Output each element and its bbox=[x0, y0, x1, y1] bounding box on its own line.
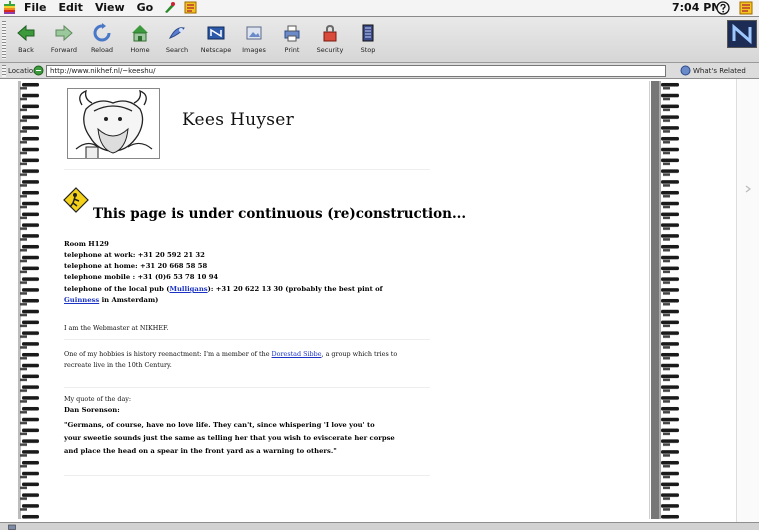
quote-line: and place the head on a spear in the fro… bbox=[64, 447, 337, 455]
security-icon bbox=[323, 24, 337, 42]
right-frame-edge bbox=[736, 79, 759, 522]
menubar-clock: 7:04 PM bbox=[672, 1, 723, 14]
netscape-button[interactable]: Netscape bbox=[196, 20, 236, 60]
horizontal-rule bbox=[64, 475, 430, 476]
forward-arrow-icon bbox=[55, 24, 73, 42]
horizontal-rule bbox=[64, 387, 430, 388]
construction-heading: This page is under continuous (re)constr… bbox=[93, 206, 467, 222]
room-text: Room H129 bbox=[64, 240, 109, 248]
stop-button[interactable]: Stop bbox=[348, 20, 388, 60]
page-title: Kees Huyser bbox=[182, 110, 295, 130]
menu-file[interactable]: File bbox=[22, 1, 49, 14]
menu-bar: File Edit View Go 7:04 PM bbox=[0, 0, 759, 17]
back-arrow-icon bbox=[17, 24, 35, 42]
mulligans-link[interactable]: Mulligans bbox=[169, 285, 207, 293]
location-bar-grip[interactable] bbox=[2, 65, 6, 77]
quote-line: "Germans, of course, have no love life. … bbox=[64, 421, 375, 429]
application-menu-icon[interactable] bbox=[739, 1, 753, 15]
bookmarks-menu-icon[interactable] bbox=[184, 1, 197, 14]
hobby-text: One of my hobbies is history reenactment… bbox=[64, 350, 398, 358]
print-button[interactable]: Print bbox=[272, 20, 312, 60]
menu-edit[interactable]: Edit bbox=[57, 1, 85, 14]
whats-related-button[interactable]: What's Related bbox=[693, 67, 746, 75]
security-button[interactable]: Security bbox=[310, 20, 350, 60]
quote-line: your sweetie sounds just the same as tel… bbox=[64, 434, 395, 442]
page-proxy-icon[interactable] bbox=[33, 65, 44, 76]
page-frame: Kees Huyser This page is under continuou… bbox=[10, 81, 650, 519]
whats-related-icon[interactable] bbox=[680, 65, 691, 76]
quote-author: Dan Sorenson: bbox=[64, 406, 120, 414]
right-spiral-binding bbox=[651, 81, 685, 519]
mobile-phone-text: telephone mobile : +31 (0)6 53 78 10 94 bbox=[64, 273, 219, 281]
quote-intro: My quote of the day: bbox=[64, 395, 132, 403]
home-icon bbox=[132, 25, 148, 42]
hobby-text-line2: recreate live in the 10th Century. bbox=[64, 361, 172, 369]
horizontal-rule bbox=[64, 169, 430, 170]
forward-button[interactable]: Forward bbox=[44, 20, 84, 60]
help-icon[interactable] bbox=[716, 1, 730, 15]
search-button[interactable]: Search bbox=[157, 20, 197, 60]
location-bar: Location: http://www.nikhef.nl/~keeshu/ … bbox=[0, 63, 759, 79]
reload-button[interactable]: Reload bbox=[82, 20, 122, 60]
netscape-icon bbox=[207, 26, 225, 40]
navigation-toolbar: Back Forward Reload Home Search Netscape… bbox=[0, 17, 759, 63]
print-icon bbox=[284, 25, 300, 42]
home-button[interactable]: Home bbox=[120, 20, 160, 60]
home-phone-text: telephone at home: +31 20 668 58 58 bbox=[64, 262, 208, 270]
search-icon bbox=[168, 27, 185, 39]
back-button[interactable]: Back bbox=[6, 20, 46, 60]
chevron-right-icon[interactable] bbox=[743, 184, 753, 194]
menu-go[interactable]: Go bbox=[135, 1, 156, 14]
browser-content: Kees Huyser This page is under continuou… bbox=[0, 79, 759, 522]
reload-icon bbox=[93, 23, 111, 42]
guinness-link[interactable]: Guinness bbox=[64, 296, 99, 304]
menu-view[interactable]: View bbox=[93, 1, 127, 14]
work-phone-text: telephone at work: +31 20 592 21 32 bbox=[64, 251, 205, 259]
status-bar bbox=[0, 522, 759, 530]
stop-icon bbox=[362, 24, 374, 42]
under-construction-icon bbox=[63, 187, 89, 213]
viking-cartoon-avatar bbox=[67, 88, 160, 159]
scripts-menu-icon[interactable] bbox=[163, 1, 176, 14]
images-button[interactable]: Images bbox=[234, 20, 274, 60]
images-icon bbox=[246, 26, 262, 40]
netscape-throbber-icon[interactable] bbox=[727, 20, 757, 48]
pub-phone-text: telephone of the local pub (Mulligans): … bbox=[64, 285, 383, 293]
apple-menu-icon[interactable] bbox=[3, 1, 16, 15]
webmaster-text: I am the Webmaster at NIKHEF. bbox=[64, 324, 169, 332]
guinness-text: Guinness in Amsterdam) bbox=[64, 296, 159, 304]
url-input[interactable]: http://www.nikhef.nl/~keeshu/ bbox=[46, 65, 666, 77]
horizontal-rule bbox=[64, 339, 430, 340]
dorestad-sibbe-link[interactable]: Dorestad Sibbe bbox=[272, 350, 322, 358]
security-status-icon[interactable] bbox=[8, 523, 16, 530]
